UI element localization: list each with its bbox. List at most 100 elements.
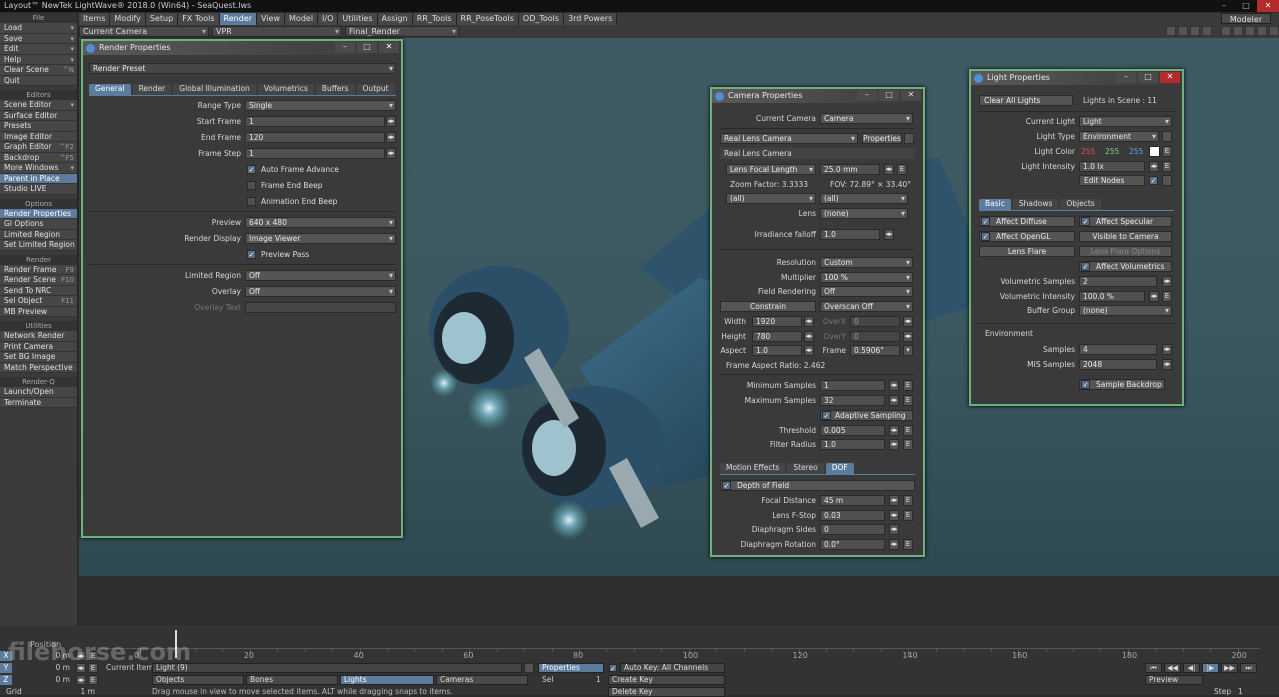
current-item-select[interactable]: Light (9) <box>152 663 522 673</box>
panel-close-button[interactable]: ✕ <box>1160 72 1180 83</box>
focal-distance-spinner[interactable]: ◂▸ <box>889 495 899 506</box>
playback-button-0[interactable]: ⏮ <box>1145 663 1162 673</box>
sidebar-item-limited-region[interactable]: Limited Region <box>0 229 77 240</box>
overx-field[interactable]: 0 <box>850 316 900 327</box>
overx-spinner[interactable]: ◂▸ <box>903 316 913 327</box>
sidebar-item-backdrop[interactable]: Backdrop ^F5 <box>0 152 77 163</box>
sidebar-item-presets[interactable]: Presets <box>0 121 77 132</box>
volumetric-samples-spinner[interactable]: ◂▸ <box>1162 276 1172 287</box>
sidebar-item-image-editor[interactable]: Image Editor <box>0 131 77 142</box>
frame-field[interactable]: 0.5906" <box>850 345 900 356</box>
volumetric-samples-field[interactable]: 2 <box>1079 276 1157 287</box>
overy-field[interactable]: 0 <box>850 331 900 342</box>
diaphragm-rotation-spinner[interactable]: ◂▸ <box>889 539 899 550</box>
volumetric-intensity-envelope-button[interactable]: E <box>1162 291 1172 302</box>
layout-split-icon[interactable] <box>1178 26 1188 36</box>
playback-button-1[interactable]: ◀◀ <box>1164 663 1181 673</box>
start-frame-field[interactable]: 1 <box>245 116 385 127</box>
light-color-swatch[interactable] <box>1149 146 1160 157</box>
threshold-field[interactable]: 0.005 <box>820 425 885 436</box>
focal-distance-envelope-button[interactable]: E <box>903 495 913 506</box>
width-spinner[interactable]: ◂▸ <box>804 316 814 327</box>
sample-backdrop-toggle[interactable]: Sample Backdrop <box>1079 379 1165 390</box>
sidebar-item-scene-editor[interactable]: Scene Editor ▾ <box>0 100 77 111</box>
filter-radius-envelope-button[interactable]: E <box>903 439 913 450</box>
sidebar-item-clear-scene[interactable]: Clear Scene ^N <box>0 65 77 76</box>
focal-distance-field[interactable]: 45 m <box>820 495 885 506</box>
fstop-envelope-button[interactable]: E <box>903 510 913 521</box>
sidebar-item-match-perspective[interactable]: Match Perspective <box>0 362 77 373</box>
tab-general[interactable]: General <box>89 84 131 95</box>
camera-select[interactable]: Current Camera <box>79 26 209 37</box>
light-type-select[interactable]: Environment <box>1079 131 1159 142</box>
playback-button-3[interactable]: |▶ <box>1202 663 1219 673</box>
limited-region-select[interactable]: Off <box>245 270 396 281</box>
affect-specular-checkbox[interactable]: ✓ <box>1081 217 1090 226</box>
focal-mode-select[interactable]: Lens Focal Length <box>726 164 816 175</box>
tab-output[interactable]: Output <box>356 84 395 95</box>
sidebar-item-mb-preview[interactable]: MB Preview <box>0 306 77 317</box>
edit-nodes-button[interactable]: Edit Nodes <box>1079 175 1145 186</box>
start-frame-spinner[interactable]: ◂▸ <box>386 116 396 127</box>
preview-select[interactable]: Preview <box>1145 675 1203 685</box>
fstop-field[interactable]: 0.03 <box>820 510 885 521</box>
close-button[interactable]: ✕ <box>1257 0 1279 12</box>
affect-diffuse-checkbox[interactable]: ✓ <box>981 217 990 226</box>
frame-select-button[interactable]: ▾ <box>903 345 913 356</box>
camera-lock-icon[interactable] <box>904 133 914 144</box>
preview-pass-checkbox[interactable]: ✓ <box>247 250 256 259</box>
fit-view-icon[interactable] <box>1269 26 1279 36</box>
camera-properties-button[interactable]: Properties <box>862 133 902 144</box>
focal-length-spinner[interactable]: ◂▸ <box>884 164 894 175</box>
sidebar-item-studio-live[interactable]: Studio LIVE <box>0 184 77 195</box>
maximize-button[interactable]: □ <box>1235 0 1257 12</box>
threshold-envelope-button[interactable]: E <box>903 425 913 436</box>
tab-dof[interactable]: DOF <box>825 463 854 474</box>
render-mode-select[interactable]: Final_Render <box>345 26 459 37</box>
light-intensity-field[interactable]: 1.0 lx <box>1079 161 1145 172</box>
lens-flare-options-button[interactable]: Lens Flare Options <box>1079 246 1172 257</box>
panel-minimize-button[interactable]: – <box>335 42 355 53</box>
max-samples-envelope-button[interactable]: E <box>903 395 913 406</box>
minimize-button[interactable]: – <box>1213 0 1235 12</box>
animation-end-beep-checkbox[interactable] <box>247 197 256 206</box>
menu-tab-od-tools[interactable]: OD_Tools <box>518 13 565 25</box>
playback-button-4[interactable]: ▶▶ <box>1221 663 1238 673</box>
adaptive-sampling-checkbox[interactable]: ✓ <box>822 411 831 420</box>
overlay-text-field[interactable] <box>245 302 396 313</box>
playback-button-5[interactable]: ⏭ <box>1240 663 1257 673</box>
sidebar-item-set-bg-image[interactable]: Set BG Image <box>0 352 77 363</box>
item-properties-button[interactable]: Properties <box>538 663 604 673</box>
sidebar-item-help[interactable]: Help ▾ <box>0 54 77 65</box>
diaphragm-rotation-field[interactable]: 0.0° <box>820 539 885 550</box>
min-samples-spinner[interactable]: ◂▸ <box>889 380 899 391</box>
volumetric-intensity-spinner[interactable]: ◂▸ <box>1149 291 1159 302</box>
sidebar-item-gi-options[interactable]: GI Options <box>0 219 77 230</box>
z-spinner[interactable]: ◂▸ <box>76 675 86 685</box>
filter-radius-field[interactable]: 1.0 <box>820 439 885 450</box>
resolution-select[interactable]: Custom <box>820 257 913 268</box>
sidebar-item-render-frame[interactable]: Render Frame F9 <box>0 264 77 275</box>
menu-tab-view[interactable]: View <box>257 13 286 25</box>
render-preset-select[interactable]: Render Preset <box>89 63 396 74</box>
light-intensity-spinner[interactable]: ◂▸ <box>1149 161 1159 172</box>
auto-key-select[interactable]: Auto Key: All Channels <box>620 663 725 673</box>
clear-all-lights-button[interactable]: Clear All Lights <box>979 95 1073 106</box>
sample-backdrop-checkbox[interactable]: ✓ <box>1081 380 1090 389</box>
menu-tab-utilities[interactable]: Utilities <box>338 13 378 25</box>
modeler-button[interactable]: Modeler <box>1221 13 1271 24</box>
aspect-spinner[interactable]: ◂▸ <box>804 345 814 356</box>
visible-to-camera-button[interactable]: Visible to Camera <box>1079 231 1172 242</box>
lens-select[interactable]: (none) <box>820 208 908 219</box>
sidebar-item-sel-object[interactable]: Sel Object F11 <box>0 296 77 307</box>
current-item-lock-icon[interactable] <box>524 663 534 673</box>
sidebar-item-render-properties[interactable]: Render Properties <box>0 208 77 219</box>
fstop-spinner[interactable]: ◂▸ <box>889 510 899 521</box>
camera-type-select[interactable]: Real Lens Camera <box>720 133 858 144</box>
panel-maximize-button[interactable]: □ <box>879 90 899 101</box>
light-properties-titlebar[interactable]: Light Properties – □ ✕ <box>971 71 1182 85</box>
light-type-lock-icon[interactable] <box>1162 131 1172 142</box>
irradiance-spinner[interactable]: ◂▸ <box>884 229 894 240</box>
zoom-view-icon[interactable] <box>1245 26 1255 36</box>
affect-opengl-checkbox[interactable]: ✓ <box>981 232 990 241</box>
